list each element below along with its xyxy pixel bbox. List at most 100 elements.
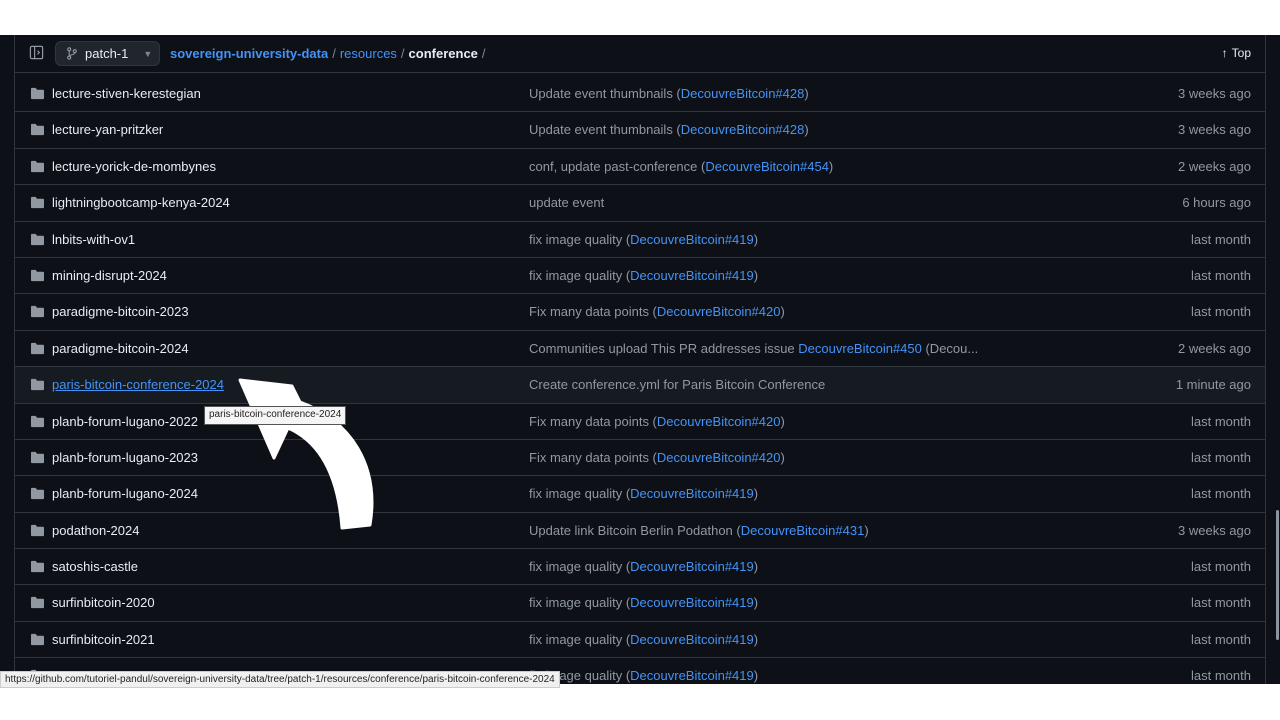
commit-message[interactable]: Fix many data points (DecouvreBitcoin#42… — [529, 414, 785, 429]
folder-icon — [31, 415, 44, 427]
breadcrumb-repo-link[interactable]: sovereign-university-data — [170, 46, 328, 61]
folder-name-link[interactable]: planb-forum-lugano-2022 — [52, 414, 198, 429]
breadcrumb-separator: / — [400, 46, 405, 61]
pull-request-link[interactable]: DecouvreBitcoin#450 — [798, 341, 922, 356]
pull-request-link[interactable]: DecouvreBitcoin#454 — [705, 159, 829, 174]
scrollbar-thumb[interactable] — [1276, 510, 1279, 640]
pull-request-link[interactable]: DecouvreBitcoin#428 — [681, 86, 805, 101]
directory-header: patch-1 ▼ sovereign-university-data / re… — [15, 35, 1265, 73]
commit-date: 2 weeks ago — [1178, 158, 1251, 174]
folder-name-link[interactable]: planb-forum-lugano-2024 — [52, 486, 198, 501]
folder-icon — [31, 633, 44, 645]
folder-name-link[interactable]: lecture-yan-pritzker — [52, 122, 163, 137]
commit-date: last month — [1191, 449, 1251, 465]
commit-date: last month — [1191, 486, 1251, 502]
commit-message-tail: ) — [753, 486, 759, 502]
file-list: lecture-stiven-kerestegian Update event t… — [15, 76, 1265, 684]
pull-request-link[interactable]: DecouvreBitcoin#428 — [681, 122, 805, 137]
commit-message[interactable]: fix image quality (DecouvreBitcoin#419) — [529, 232, 758, 247]
commit-message-text: fix image quality ( — [529, 595, 631, 611]
commit-message[interactable]: Update event thumbnails (DecouvreBitcoin… — [529, 86, 809, 101]
folder-name-link[interactable]: lightningbootcamp-kenya-2024 — [52, 195, 230, 210]
branch-selector[interactable]: patch-1 ▼ — [55, 41, 160, 66]
commit-message[interactable]: Create conference.yml for Paris Bitcoin … — [529, 377, 825, 392]
table-row[interactable]: podathon-2024 Update link Bitcoin Berlin … — [15, 513, 1265, 550]
folder-name-link[interactable]: lecture-yorick-de-mombynes — [52, 159, 216, 174]
commit-message-text: fix image quality ( — [529, 231, 631, 247]
pull-request-link[interactable]: DecouvreBitcoin#420 — [657, 304, 781, 319]
table-row[interactable]: lecture-yorick-de-mombynes conf, update p… — [15, 149, 1265, 186]
chevron-down-icon: ▼ — [143, 48, 153, 59]
folder-name-link[interactable]: lecture-stiven-kerestegian — [52, 86, 201, 101]
folder-name-link[interactable]: planb-forum-lugano-2023 — [52, 450, 198, 465]
commit-message-tail: ) — [828, 158, 834, 174]
table-row[interactable]: lecture-stiven-kerestegian Update event t… — [15, 76, 1265, 113]
pull-request-link[interactable]: DecouvreBitcoin#419 — [630, 632, 754, 647]
folder-name-link[interactable]: paris-bitcoin-conference-2024 — [52, 377, 224, 392]
table-row[interactable]: planb-forum-lugano-2024 fix image quality… — [15, 476, 1265, 513]
annotation-arrow — [238, 378, 374, 530]
commit-message[interactable]: Fix many data points (DecouvreBitcoin#42… — [529, 450, 785, 465]
breadcrumb-folder-link[interactable]: resources — [340, 46, 397, 61]
table-row[interactable]: satoshis-castle fix image quality (Decouv… — [15, 549, 1265, 586]
table-row[interactable]: lnbits-with-ov1 fix image quality (Decouv… — [15, 222, 1265, 258]
folder-name-link[interactable]: podathon-2024 — [52, 523, 139, 538]
commit-message[interactable]: fix image quality (DecouvreBitcoin#419) — [529, 668, 758, 683]
commit-message[interactable]: fix image quality (DecouvreBitcoin#419) — [529, 595, 758, 610]
commit-message-text: Create conference.yml for Paris Bitcoin … — [529, 377, 826, 393]
commit-message[interactable]: Update link Bitcoin Berlin Podathon (Dec… — [529, 523, 869, 538]
commit-message-text: Fix many data points ( — [529, 304, 657, 320]
pull-request-link[interactable]: DecouvreBitcoin#419 — [630, 595, 754, 610]
commit-message-tail: ) — [753, 631, 759, 647]
status-bar-url: https://github.com/tutoriel-pandul/sover… — [0, 671, 560, 688]
pull-request-link[interactable]: DecouvreBitcoin#419 — [630, 268, 754, 283]
table-row[interactable]: paradigme-bitcoin-2024 Communities upload… — [15, 331, 1265, 368]
pull-request-link[interactable]: DecouvreBitcoin#431 — [741, 523, 865, 538]
commit-message[interactable]: fix image quality (DecouvreBitcoin#419) — [529, 486, 758, 501]
folder-name-link[interactable]: surfinbitcoin-2020 — [52, 595, 155, 610]
folder-name-link[interactable]: lnbits-with-ov1 — [52, 232, 135, 247]
folder-name-link[interactable]: mining-disrupt-2024 — [52, 268, 167, 283]
folder-icon — [31, 488, 44, 500]
commit-date: last month — [1191, 267, 1251, 283]
table-row[interactable]: surfinbitcoin-2020 fix image quality (Dec… — [15, 585, 1265, 622]
folder-name-link[interactable]: paradigme-bitcoin-2023 — [52, 304, 189, 319]
commit-message-text: conf, update past-conference ( — [529, 158, 706, 174]
commit-message[interactable]: conf, update past-conference (DecouvreBi… — [529, 159, 833, 174]
commit-message[interactable]: Update event thumbnails (DecouvreBitcoin… — [529, 122, 809, 137]
commit-message-tail: (Decou... — [921, 340, 979, 356]
pull-request-link[interactable]: DecouvreBitcoin#419 — [630, 486, 754, 501]
commit-message[interactable]: fix image quality (DecouvreBitcoin#419) — [529, 559, 758, 574]
folder-icon — [31, 124, 44, 136]
table-row[interactable]: paris-bitcoin-conference-2024 Create conf… — [15, 367, 1265, 404]
folder-name-link[interactable]: satoshis-castle — [52, 559, 138, 574]
pull-request-link[interactable]: DecouvreBitcoin#419 — [630, 232, 754, 247]
table-row[interactable]: mining-disrupt-2024 fix image quality (De… — [15, 258, 1265, 295]
folder-icon — [31, 306, 44, 318]
top-button[interactable]: ↑ Top — [1222, 46, 1251, 60]
table-row[interactable]: paradigme-bitcoin-2023 Fix many data poin… — [15, 294, 1265, 331]
table-row[interactable]: planb-forum-lugano-2022 Fix many data poi… — [15, 404, 1265, 440]
table-row[interactable]: planb-forum-lugano-2023 Fix many data poi… — [15, 440, 1265, 477]
folder-name-link[interactable]: paradigme-bitcoin-2024 — [52, 341, 189, 356]
pull-request-link[interactable]: DecouvreBitcoin#419 — [630, 559, 754, 574]
commit-message[interactable]: Fix many data points (DecouvreBitcoin#42… — [529, 304, 785, 319]
pull-request-link[interactable]: DecouvreBitcoin#420 — [657, 450, 781, 465]
commit-message-text: Communities upload This PR addresses iss… — [529, 340, 799, 356]
table-row[interactable]: lecture-yan-pritzker Update event thumbna… — [15, 112, 1265, 149]
pull-request-link[interactable]: DecouvreBitcoin#419 — [630, 668, 754, 683]
link-tooltip: paris-bitcoin-conference-2024 — [204, 406, 347, 425]
commit-message[interactable]: update event — [529, 195, 604, 210]
sidebar-toggle-icon[interactable] — [29, 45, 44, 60]
folder-icon — [31, 451, 44, 463]
pull-request-link[interactable]: DecouvreBitcoin#420 — [657, 414, 781, 429]
commit-message[interactable]: Communities upload This PR addresses iss… — [529, 341, 978, 356]
commit-message-text: fix image quality ( — [529, 631, 631, 647]
table-row[interactable]: surfinbitcoin-2021 fix image quality (Dec… — [15, 622, 1265, 659]
commit-message-text: Update link Bitcoin Berlin Podathon ( — [529, 522, 741, 538]
commit-message[interactable]: fix image quality (DecouvreBitcoin#419) — [529, 632, 758, 647]
commit-message-text: update event — [529, 195, 605, 211]
folder-name-link[interactable]: surfinbitcoin-2021 — [52, 632, 155, 647]
commit-message[interactable]: fix image quality (DecouvreBitcoin#419) — [529, 268, 758, 283]
table-row[interactable]: lightningbootcamp-kenya-2024 update event… — [15, 185, 1265, 222]
